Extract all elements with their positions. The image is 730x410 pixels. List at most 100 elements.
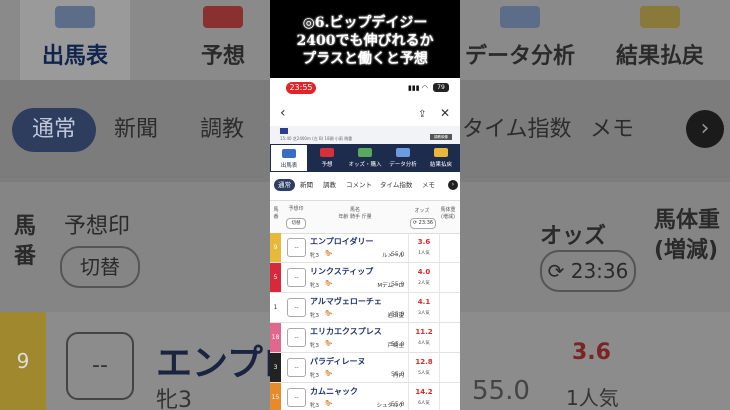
- horse-name[interactable]: パラディレーヌ: [310, 356, 365, 367]
- category-results[interactable]: 結果払戻: [422, 144, 460, 172]
- bg-header-odds: オッズ: [540, 224, 607, 249]
- tab-memo[interactable]: メモ: [422, 179, 435, 191]
- popularity-rank: 6人気: [418, 401, 430, 406]
- carried-weight: 55.0: [391, 281, 405, 288]
- bg-row-weight: 55.0: [472, 376, 530, 406]
- tab-comment[interactable]: コメント: [346, 179, 372, 191]
- category-bar: 出馬表 予想 オッズ・購入 データ分析 結果払戻: [270, 144, 460, 172]
- horse-number: 3: [270, 353, 281, 382]
- odds-value: 11.2: [415, 328, 433, 336]
- tab-training[interactable]: 調教: [323, 179, 336, 191]
- header-horse-name: 馬名 年齢 騎手 斤量: [338, 207, 372, 220]
- horse-sex-age: 牝3: [310, 373, 319, 379]
- category-race-card[interactable]: 出馬表: [270, 144, 308, 172]
- horse-sex-age: 牝3: [310, 313, 319, 319]
- odds-value: 4.0: [417, 268, 431, 276]
- prediction-mark-button[interactable]: --: [287, 268, 306, 287]
- prediction-icon: [320, 148, 334, 157]
- chart-icon: [396, 148, 410, 157]
- prediction-mark-button[interactable]: --: [287, 328, 306, 347]
- horse-icon: 🐎: [325, 340, 333, 347]
- caption-line-3: プラスと働くと予想: [302, 51, 428, 67]
- back-icon[interactable]: ‹: [280, 104, 286, 122]
- horse-name[interactable]: アルマヴェローチェ: [310, 296, 382, 307]
- category-prediction[interactable]: 予想: [308, 144, 346, 172]
- coins-icon: [434, 148, 448, 157]
- training-video-button[interactable]: 調教映像: [430, 134, 452, 140]
- bg-odds-time: ⟳ 23:36: [540, 250, 636, 292]
- horse-sex-age: 牝3: [310, 343, 319, 349]
- chart-icon: [500, 6, 540, 28]
- prediction-mark-button[interactable]: --: [287, 388, 306, 407]
- table-header: 馬番 予想印 切替 馬名 年齢 騎手 斤量 オッズ ⟳ 23:36 馬体重 (増減): [270, 200, 460, 234]
- prediction-mark-button[interactable]: --: [287, 358, 306, 377]
- share-icon[interactable]: ⇪: [418, 106, 426, 124]
- odds-value: 12.8: [415, 358, 433, 366]
- bg-row-mark: --: [66, 332, 134, 400]
- race-info-text: 15:40 芝2400m (左 B) 18頭 小雨 稍重: [280, 136, 353, 141]
- bg-tab-normal: 通常: [12, 108, 97, 152]
- bg-category-race-card: 出馬表: [20, 0, 130, 80]
- chevron-right-icon[interactable]: ›: [448, 180, 458, 190]
- tab-newspaper[interactable]: 新聞: [300, 179, 313, 191]
- caption-line-1: ◎6.ビップデイジー: [302, 15, 428, 31]
- sub-tab-bar: 通常 新聞 調教 コメント タイム指数 メモ ›: [270, 175, 460, 195]
- video-caption: ◎6.ビップデイジー 2400でも伸びれるか プラスと働くと予想: [270, 0, 460, 78]
- signal-wifi-icon: ▮▮▮ ◠: [408, 84, 428, 92]
- table-row[interactable]: 9 -- エンプロイダリー 牝3 🐎 ルメール 55.0 3.6 1人気: [270, 233, 460, 263]
- horse-name[interactable]: リンクスティップ: [310, 266, 373, 277]
- carried-weight: 55.0: [391, 401, 405, 408]
- horse-number: 9: [270, 233, 281, 262]
- horse-sex-age: 牝3: [310, 253, 319, 259]
- horse-icon: 🐎: [325, 400, 333, 407]
- horse-name[interactable]: エリカエクスプレス: [310, 326, 382, 337]
- race-card-icon: [55, 6, 95, 28]
- popularity-rank: 1人気: [418, 251, 430, 256]
- prediction-mark-button[interactable]: --: [287, 298, 306, 317]
- ticket-icon: [358, 148, 372, 157]
- popularity-rank: 4人気: [418, 341, 430, 346]
- table-row[interactable]: 5 -- リンクスティップ 牝3 🐎 Mデムーロ 55.0 4.0 2人気: [270, 263, 460, 293]
- bg-category-prediction: 予想: [178, 0, 268, 80]
- header-mark: 予想印: [288, 206, 304, 212]
- status-time: 23:55: [286, 82, 316, 94]
- table-row[interactable]: 3 -- パラディレーヌ 牝3 🐎 丹内 55.0 12.8 5人気: [270, 353, 460, 383]
- horse-number: 5: [270, 263, 281, 292]
- chevron-right-icon: ›: [686, 110, 724, 148]
- close-icon[interactable]: ✕: [440, 104, 450, 122]
- horse-name[interactable]: エンプロイダリー: [310, 236, 373, 247]
- header-umaban: 馬番: [273, 207, 279, 220]
- prediction-icon: [203, 6, 243, 28]
- popularity-rank: 5人気: [418, 371, 430, 376]
- odds-refresh-button[interactable]: ⟳ 23:36: [410, 218, 436, 229]
- bg-row-odds: 3.6: [572, 340, 611, 365]
- prediction-mark-button[interactable]: --: [287, 238, 306, 257]
- battery-icon: 79: [433, 83, 449, 92]
- table-row[interactable]: 18 -- エリカエクスプレス 牝3 🐎 戸崎圭 55.0 11.2 4人気: [270, 323, 460, 353]
- bg-row-number: 9: [0, 312, 46, 410]
- tab-normal[interactable]: 通常: [274, 179, 295, 191]
- bg-category-data-analysis: データ分析: [460, 0, 580, 80]
- header-weight: 馬体重 (増減): [440, 207, 456, 220]
- bg-row-sex-age: 牝3: [156, 388, 192, 410]
- table-row[interactable]: 1 -- アルマヴェローチェ 牝3 🐎 岩田望 55.0 4.1 3人気: [270, 293, 460, 323]
- carried-weight: 55.0: [391, 341, 405, 348]
- horse-number: 15: [270, 383, 281, 410]
- tab-time-index[interactable]: タイム指数: [380, 179, 412, 191]
- table-row[interactable]: 15 -- カムニャック 牝3 🐎 シュタルケ 55.0 14.2 6人気: [270, 383, 460, 410]
- mark-switch-button[interactable]: 切替: [286, 218, 306, 229]
- race-card-icon: [282, 149, 296, 158]
- bg-category-results: 結果払戻: [600, 0, 720, 80]
- popularity-rank: 2人気: [418, 281, 430, 286]
- phone-screen: 23:55 ▮▮▮ ◠ 79 ‹ ⇪ ✕ 15:40 芝2400m (左 B) …: [270, 78, 460, 410]
- horse-number: 18: [270, 323, 281, 352]
- bg-tab-time-index: タイム指数: [462, 117, 572, 142]
- horse-sex-age: 牝3: [310, 283, 319, 289]
- horse-sex-age: 牝3: [310, 403, 319, 409]
- category-data-analysis[interactable]: データ分析: [384, 144, 422, 172]
- coins-icon: [640, 6, 680, 28]
- category-odds-purchase[interactable]: オッズ・購入: [346, 144, 384, 172]
- nav-bar: ‹ ⇪ ✕: [270, 100, 460, 126]
- horse-name[interactable]: カムニャック: [310, 386, 358, 397]
- carried-weight: 55.0: [391, 371, 405, 378]
